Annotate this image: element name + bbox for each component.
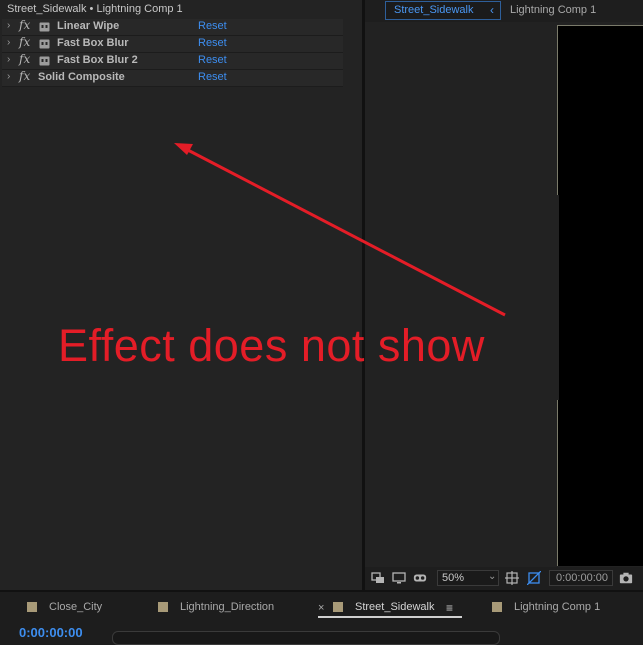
annotation-arrow-icon bbox=[174, 143, 506, 317]
annotation-text: Effect does not show bbox=[58, 320, 485, 371]
